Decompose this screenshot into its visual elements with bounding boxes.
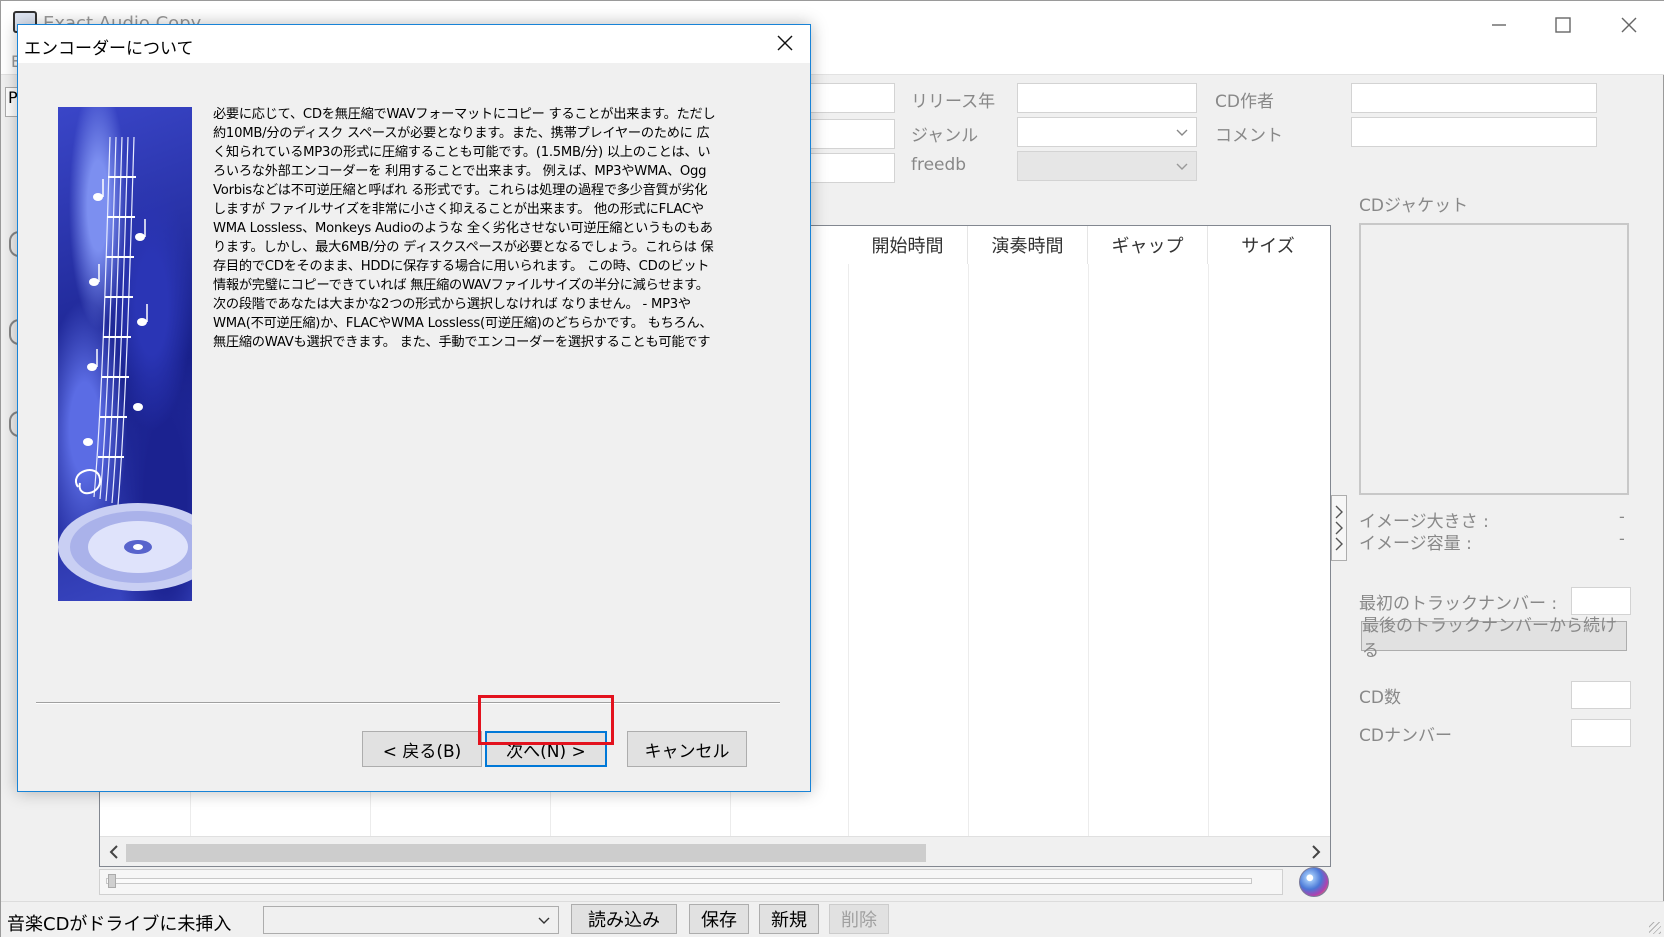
next-button-highlight <box>478 695 614 745</box>
close-icon <box>777 35 793 51</box>
minimize-button[interactable] <box>1467 7 1531 43</box>
column-divider <box>1088 264 1089 836</box>
release-year-label: リリース年 <box>911 92 996 112</box>
cd-globe-icon[interactable] <box>1299 867 1329 897</box>
continue-track-number-button[interactable]: 最後のトラックナンバーから続ける <box>1361 616 1627 661</box>
scroll-right-icon[interactable] <box>1306 842 1326 862</box>
cd-number-label: CDナンバー <box>1359 726 1452 746</box>
column-divider <box>848 264 849 836</box>
genre-label: ジャンル <box>911 126 979 146</box>
genre-combo[interactable] <box>1017 117 1197 147</box>
cancel-button[interactable]: キャンセル <box>627 731 747 767</box>
new-button[interactable]: 新規 <box>759 904 819 934</box>
resize-grip[interactable] <box>1649 922 1661 934</box>
scrollbar-thumb[interactable] <box>126 844 926 862</box>
wizard-side-image <box>58 107 192 601</box>
drive-select[interactable] <box>263 906 559 934</box>
cd-number-field[interactable] <box>1571 719 1631 747</box>
encoder-dialog: エンコーダーについて 必要に応じて、CDを無圧縮でWAVフォーマットにコピー す… <box>17 24 811 792</box>
column-start-time[interactable]: 開始時間 <box>848 226 968 264</box>
comment-label: コメント <box>1215 126 1283 146</box>
status-text: 音楽CDがドライブに未挿入 <box>7 914 232 935</box>
minimize-icon <box>1492 24 1506 26</box>
maximize-icon <box>1555 17 1571 33</box>
cd-artist-label: CD作者 <box>1215 92 1274 112</box>
dialog-title: エンコーダーについて <box>24 39 194 59</box>
close-icon <box>1621 17 1637 33</box>
progress-knob[interactable] <box>108 874 116 888</box>
comment-field[interactable] <box>1351 117 1597 147</box>
close-window-button[interactable] <box>1597 7 1661 43</box>
guitar-cd-illustration <box>58 136 192 591</box>
freedb-combo[interactable] <box>1017 151 1197 181</box>
cd-jacket-label: CDジャケット <box>1359 196 1469 216</box>
save-button[interactable]: 保存 <box>689 904 749 934</box>
scroll-left-icon[interactable] <box>104 842 124 862</box>
cd-count-field[interactable] <box>1571 681 1631 709</box>
artist-field[interactable] <box>807 119 895 149</box>
maximize-button[interactable] <box>1531 7 1595 43</box>
cd-jacket-image[interactable] <box>1359 223 1629 495</box>
image-size-value: - <box>1619 507 1625 526</box>
chevron-down-icon <box>1176 129 1188 136</box>
dialog-close-button[interactable] <box>762 26 808 60</box>
cd-artist-field[interactable] <box>1351 83 1597 113</box>
back-button[interactable]: < 戻る(B) <box>362 731 482 767</box>
image-capacity-value: - <box>1619 529 1625 548</box>
cd-count-label: CD数 <box>1359 688 1401 708</box>
chevron-down-icon <box>1176 163 1188 170</box>
horizontal-scrollbar[interactable] <box>100 836 1330 866</box>
chevron-down-icon <box>538 917 550 924</box>
column-size[interactable]: サイズ <box>1208 226 1328 264</box>
statusbar: 音楽CDがドライブに未挿入 読み込み 保存 新規 削除 <box>1 901 1664 937</box>
release-year-field[interactable] <box>1017 83 1197 113</box>
column-divider <box>1208 264 1209 836</box>
year-field[interactable] <box>807 153 895 183</box>
column-divider <box>968 264 969 836</box>
progress-track <box>106 878 1252 884</box>
dialog-separator <box>36 702 780 704</box>
progress-slider[interactable] <box>99 869 1283 895</box>
column-gap[interactable]: ギャップ <box>1088 226 1208 264</box>
freedb-label: freedb <box>911 155 967 175</box>
chevron-right-icon <box>1335 505 1343 551</box>
album-field[interactable] <box>807 83 895 113</box>
delete-button[interactable]: 削除 <box>829 904 889 934</box>
panel-toggle-button[interactable] <box>1331 495 1347 561</box>
load-button[interactable]: 読み込み <box>571 904 677 934</box>
dialog-titlebar: エンコーダーについて <box>18 25 810 63</box>
column-duration[interactable]: 演奏時間 <box>968 226 1088 264</box>
dialog-description: 必要に応じて、CDを無圧縮でWAVフォーマットにコピー することが出来ます。ただ… <box>213 107 720 350</box>
image-capacity-label: イメージ容量 : <box>1359 534 1472 554</box>
